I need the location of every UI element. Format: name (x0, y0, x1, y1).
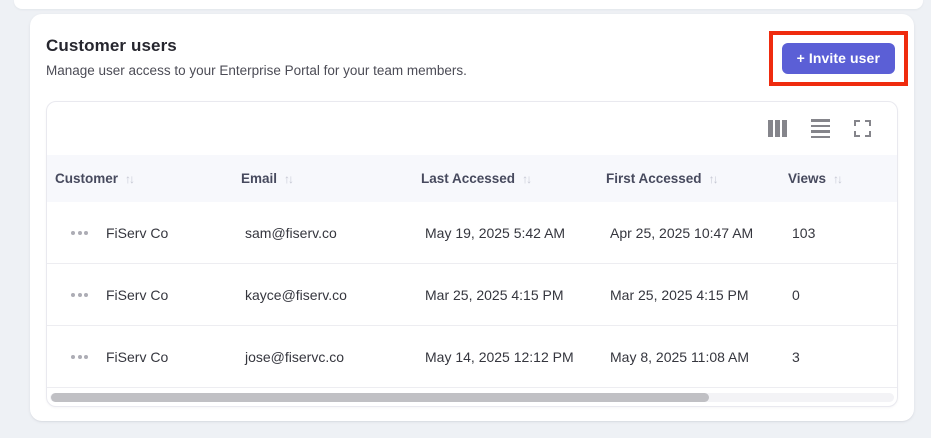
last-accessed-cell: Mar 25, 2025 4:15 PM (425, 286, 564, 303)
horizontal-scrollbar-track[interactable] (50, 393, 894, 402)
table-row[interactable]: FiServ Co kayce@fiserv.co Mar 25, 2025 4… (47, 264, 897, 326)
column-header-email[interactable]: Email ↑↓ (239, 171, 419, 186)
column-header-views[interactable]: Views ↑↓ (786, 171, 897, 186)
page-subtitle: Manage user access to your Enterprise Po… (46, 63, 467, 78)
email-cell: sam@fiserv.co (245, 224, 337, 241)
sort-icon[interactable]: ↑↓ (833, 172, 843, 186)
table-header-row: Customer ↑↓ Email ↑↓ Last Accessed ↑↓ Fi… (47, 155, 897, 202)
panel-header-text: Customer users Manage user access to you… (46, 30, 467, 78)
column-header-last-accessed[interactable]: Last Accessed ↑↓ (419, 171, 604, 186)
sort-icon[interactable]: ↑↓ (522, 172, 532, 186)
table-row[interactable]: FiServ Co jose@fiservc.co May 14, 2025 1… (47, 326, 897, 388)
views-cell: 3 (792, 348, 800, 365)
invite-user-button[interactable]: + Invite user (781, 43, 895, 74)
customer-cell: FiServ Co (106, 224, 169, 241)
fullscreen-icon[interactable] (854, 120, 871, 137)
email-cell: kayce@fiserv.co (245, 286, 347, 303)
email-cell: jose@fiservc.co (245, 348, 345, 365)
row-actions-icon[interactable] (71, 289, 88, 301)
sort-icon[interactable]: ↑↓ (125, 172, 135, 186)
horizontal-scrollbar-thumb[interactable] (51, 393, 710, 402)
customer-cell: FiServ Co (106, 348, 169, 365)
users-table-container: Customer ↑↓ Email ↑↓ Last Accessed ↑↓ Fi… (46, 101, 898, 407)
row-actions-icon[interactable] (71, 227, 88, 239)
first-accessed-cell: Mar 25, 2025 4:15 PM (610, 286, 749, 303)
views-cell: 103 (792, 224, 816, 241)
columns-icon[interactable] (768, 120, 787, 137)
panel-header: Customer users Manage user access to you… (46, 30, 908, 86)
customer-users-panel: Customer users Manage user access to you… (30, 14, 914, 421)
column-header-customer[interactable]: Customer ↑↓ (47, 171, 239, 186)
page-title: Customer users (46, 36, 177, 55)
table-row[interactable]: FiServ Co sam@fiserv.co May 19, 2025 5:4… (47, 202, 897, 264)
column-header-first-accessed[interactable]: First Accessed ↑↓ (604, 171, 786, 186)
last-accessed-cell: May 14, 2025 12:12 PM (425, 348, 574, 365)
row-actions-icon[interactable] (71, 351, 88, 363)
density-icon[interactable] (811, 119, 830, 138)
first-accessed-cell: May 8, 2025 11:08 AM (610, 348, 750, 365)
sort-icon[interactable]: ↑↓ (709, 172, 719, 186)
customer-cell: FiServ Co (106, 286, 169, 303)
first-accessed-cell: Apr 25, 2025 10:47 AM (610, 224, 754, 241)
views-cell: 0 (792, 286, 800, 303)
annotation-highlight-rectangle: + Invite user (768, 31, 908, 86)
table-toolbar (47, 102, 897, 155)
sort-icon[interactable]: ↑↓ (284, 172, 294, 186)
last-accessed-cell: May 19, 2025 5:42 AM (425, 224, 566, 241)
previous-card-bottom-edge (14, 0, 923, 9)
